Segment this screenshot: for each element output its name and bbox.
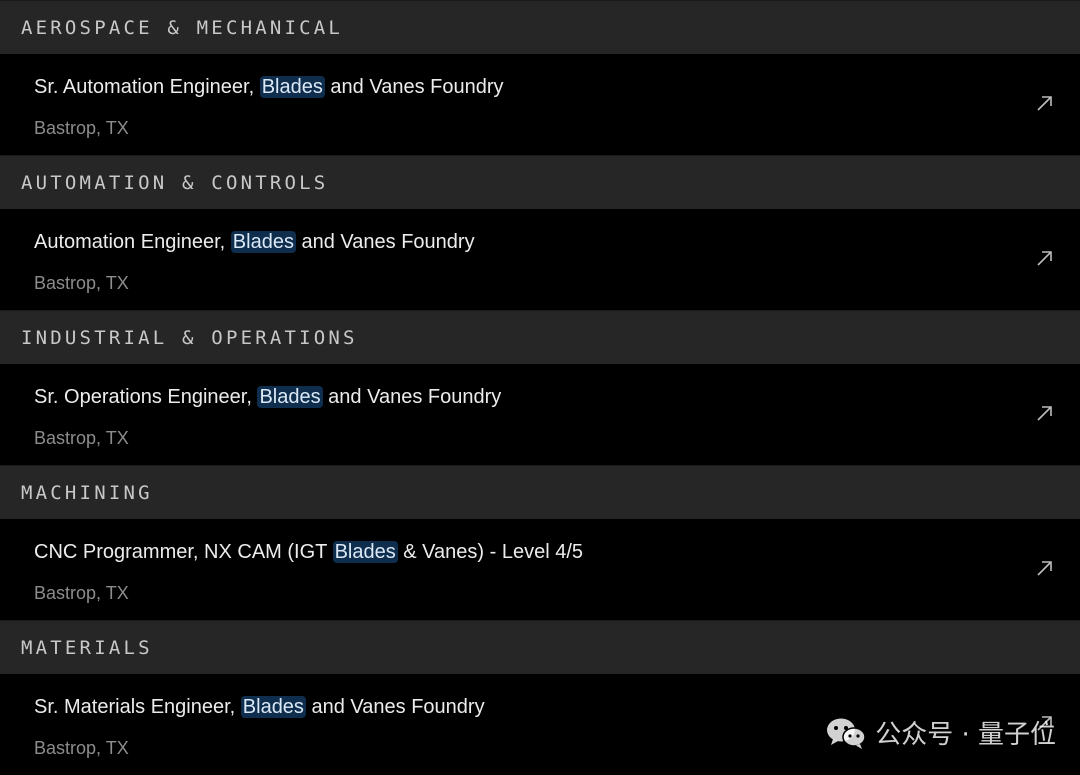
job-location: Bastrop, TX bbox=[34, 428, 129, 448]
job-location: Bastrop, TX bbox=[34, 583, 129, 603]
watermark-text: 公众号 · 量子位 bbox=[875, 720, 1056, 750]
job-listing-row[interactable]: Sr. Automation Engineer, Blades and Vane… bbox=[0, 54, 1080, 155]
arrow-up-right-icon[interactable] bbox=[1034, 402, 1056, 424]
job-listing-row[interactable]: CNC Programmer, NX CAM (IGT Blades & Van… bbox=[0, 519, 1080, 620]
category-header-materials: MATERIALS bbox=[0, 620, 1080, 674]
job-title-text: and Vanes Foundry bbox=[322, 386, 502, 408]
arrow-up-right-icon[interactable] bbox=[1034, 92, 1056, 114]
job-listing-row[interactable]: Sr. Operations Engineer, Blades and Vane… bbox=[0, 364, 1080, 465]
arrow-up-right-icon[interactable] bbox=[1034, 557, 1056, 579]
job-title[interactable]: Sr. Automation Engineer, Blades and Vane… bbox=[34, 74, 504, 100]
job-title-text: CNC Programmer, NX CAM (IGT bbox=[34, 541, 333, 563]
search-highlight: Blades bbox=[259, 76, 325, 98]
search-highlight: Blades bbox=[257, 386, 323, 408]
category-title: MATERIALS bbox=[21, 636, 153, 659]
search-highlight: Blades bbox=[230, 231, 296, 253]
job-title[interactable]: Automation Engineer, Blades and Vanes Fo… bbox=[34, 229, 475, 255]
category-title: AEROSPACE & MECHANICAL bbox=[21, 16, 344, 39]
job-listings-page: AEROSPACE & MECHANICAL Sr. Automation En… bbox=[0, 0, 1080, 775]
job-title-text: and Vanes Foundry bbox=[305, 696, 485, 718]
category-title: AUTOMATION & CONTROLS bbox=[21, 171, 329, 194]
job-title-text: and Vanes Foundry bbox=[324, 76, 504, 98]
watermark: 公众号 · 量子位 bbox=[825, 714, 1056, 751]
job-location: Bastrop, TX bbox=[34, 273, 129, 293]
job-title-text: Sr. Materials Engineer, bbox=[34, 696, 241, 718]
job-title-text: and Vanes Foundry bbox=[295, 231, 475, 253]
job-title[interactable]: CNC Programmer, NX CAM (IGT Blades & Van… bbox=[34, 539, 583, 565]
arrow-up-right-icon[interactable] bbox=[1034, 247, 1056, 269]
job-title-text: & Vanes) - Level 4/5 bbox=[397, 541, 584, 563]
job-title-text: Automation Engineer, bbox=[34, 231, 231, 253]
search-highlight: Blades bbox=[332, 541, 398, 563]
job-title-text: Sr. Operations Engineer, bbox=[34, 386, 258, 408]
job-location: Bastrop, TX bbox=[34, 118, 129, 138]
category-title: MACHINING bbox=[21, 481, 153, 504]
job-title-text: Sr. Automation Engineer, bbox=[34, 76, 260, 98]
wechat-icon bbox=[827, 718, 866, 749]
category-header-aerospace-mechanical: AEROSPACE & MECHANICAL bbox=[0, 0, 1080, 54]
job-title[interactable]: Sr. Materials Engineer, Blades and Vanes… bbox=[34, 694, 485, 720]
category-header-industrial-operations: INDUSTRIAL & OPERATIONS bbox=[0, 310, 1080, 364]
search-highlight: Blades bbox=[240, 696, 306, 718]
category-title: INDUSTRIAL & OPERATIONS bbox=[21, 326, 358, 349]
category-header-automation-controls: AUTOMATION & CONTROLS bbox=[0, 155, 1080, 209]
category-header-machining: MACHINING bbox=[0, 465, 1080, 519]
job-location: Bastrop, TX bbox=[34, 738, 129, 758]
job-listing-row[interactable]: Automation Engineer, Blades and Vanes Fo… bbox=[0, 209, 1080, 310]
job-title[interactable]: Sr. Operations Engineer, Blades and Vane… bbox=[34, 384, 501, 410]
